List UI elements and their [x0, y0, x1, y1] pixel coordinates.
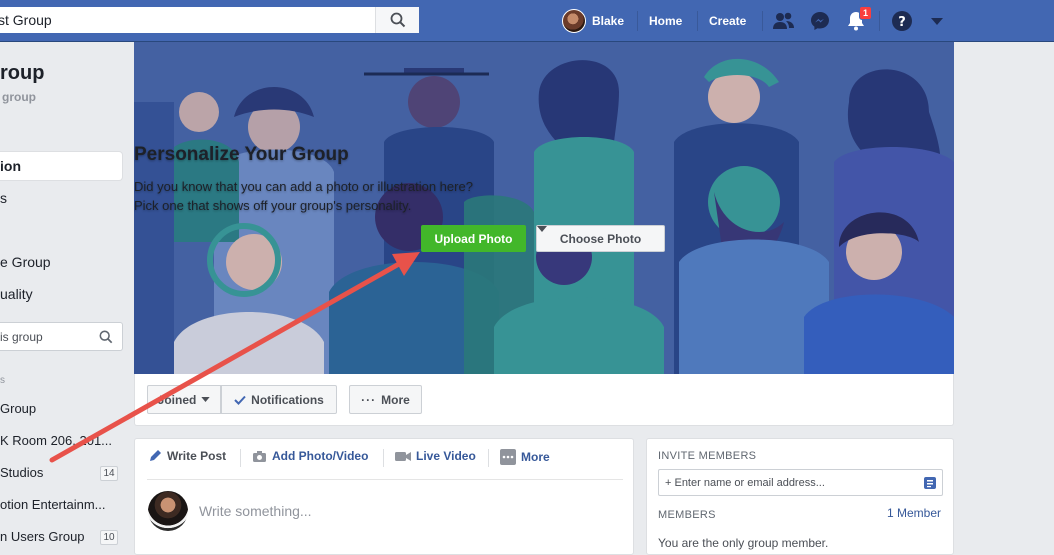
account-menu-chevron-down-icon[interactable] [924, 8, 950, 34]
tab-label: More [521, 450, 550, 464]
more-dots-icon [500, 449, 516, 465]
user-avatar [562, 9, 586, 33]
search-icon [390, 12, 405, 28]
group-title[interactable]: roup [0, 62, 44, 85]
group-cover-photo-area: Personalize Your Group Did you know that… [134, 42, 954, 374]
sidebar-group-item[interactable]: n Users Group [0, 529, 85, 544]
invite-member-input[interactable]: + Enter name or email address... [658, 469, 943, 496]
user-name: Blake [592, 14, 625, 28]
messenger-icon[interactable] [807, 8, 833, 34]
more-options-button[interactable]: ··· More [349, 385, 422, 414]
separator [762, 0, 763, 42]
sidebar-item-members[interactable]: s [0, 190, 7, 206]
write-something-input[interactable]: Write something... [199, 503, 312, 519]
members-header: MEMBERS [658, 509, 716, 521]
camera-icon [253, 450, 266, 462]
composer-tabs: Write Post Add Photo/Video Live Video Mo… [135, 439, 635, 479]
sidebar-group-item[interactable]: Studios [0, 465, 43, 480]
sidebar-group-item[interactable]: K Room 206, 201... [0, 433, 112, 448]
tab-write-post[interactable]: Write Post [148, 449, 226, 463]
left-sidebar: roup group ion s e Group uality is group… [0, 42, 133, 555]
search-input[interactable]: st Group [0, 12, 375, 28]
sidebar-item-discussion[interactable]: ion [0, 158, 21, 174]
invite-input-placeholder: + Enter name or email address... [665, 476, 825, 489]
tab-more[interactable]: More [500, 449, 550, 465]
user-avatar [148, 491, 188, 531]
tab-label: Live Video [416, 449, 476, 463]
upload-photo-button[interactable]: Upload Photo [421, 225, 526, 252]
members-count-link[interactable]: 1 Member [887, 506, 941, 520]
choose-photo-button[interactable]: Choose Photo [536, 225, 665, 252]
svg-text:?: ? [898, 15, 906, 30]
search-this-group-input[interactable]: is group [0, 322, 123, 351]
search-icon [99, 330, 113, 343]
joined-dropdown-button[interactable]: Joined [147, 385, 221, 414]
group-unread-count: 14 [100, 466, 118, 481]
separator [697, 0, 698, 42]
caret-down-icon [537, 226, 547, 232]
cover-heading: Personalize Your Group [134, 144, 349, 165]
checkmark-icon [234, 395, 246, 405]
sidebar-section-header: s [0, 375, 5, 386]
home-link[interactable]: Home [649, 0, 682, 42]
separator [383, 449, 384, 467]
profile-link[interactable]: Blake [562, 0, 624, 42]
invite-members-header: INVITE MEMBERS [658, 450, 757, 462]
friend-requests-icon[interactable] [771, 8, 797, 34]
search-button[interactable] [375, 7, 419, 33]
notification-count-badge: 1 [859, 6, 872, 20]
search-bar[interactable]: st Group [0, 7, 419, 33]
sidebar-group-item[interactable]: otion Entertainm... [0, 497, 106, 512]
tab-live-video[interactable]: Live Video [395, 449, 476, 463]
separator [879, 0, 880, 42]
divider [147, 479, 623, 480]
members-description: You are the only group member. [658, 536, 829, 550]
separator [488, 449, 489, 467]
pencil-icon [150, 450, 161, 461]
caret-down-icon [201, 397, 210, 402]
separator [637, 0, 638, 42]
cover-description-line-1: Did you know that you can add a photo or… [134, 179, 473, 194]
sidebar-group-item[interactable]: Group [0, 401, 36, 416]
sidebar-item-manage-group[interactable]: e Group [0, 254, 51, 270]
tab-label: Add Photo/Video [272, 449, 369, 463]
notifications-label: Notifications [251, 392, 324, 407]
cover-description-line-2: Pick one that shows off your group's per… [134, 198, 412, 213]
post-composer: Write Post Add Photo/Video Live Video Mo… [134, 438, 634, 555]
video-camera-icon [395, 452, 411, 461]
choose-photo-label: Choose Photo [559, 231, 642, 246]
more-dots-icon: ··· [361, 392, 377, 407]
tab-label: Write Post [167, 449, 227, 463]
create-link[interactable]: Create [709, 0, 746, 42]
help-icon[interactable]: ? [889, 8, 915, 34]
group-unread-count: 10 [100, 530, 118, 545]
invite-members-panel: INVITE MEMBERS + Enter name or email add… [646, 438, 954, 555]
notifications-button[interactable]: Notifications [221, 385, 337, 414]
tab-add-photo-video[interactable]: Add Photo/Video [252, 449, 368, 463]
top-navigation-bar: st Group Blake Home Create 1 ? [0, 0, 1054, 42]
sidebar-item-group-quality[interactable]: uality [0, 286, 33, 302]
contacts-icon [924, 476, 936, 489]
search-group-placeholder: is group [0, 329, 43, 344]
group-privacy: group [2, 90, 36, 104]
group-action-bar: Joined Notifications ··· More [134, 374, 954, 426]
more-label: More [381, 392, 410, 407]
separator [240, 449, 241, 467]
joined-label: Joined [157, 392, 197, 407]
